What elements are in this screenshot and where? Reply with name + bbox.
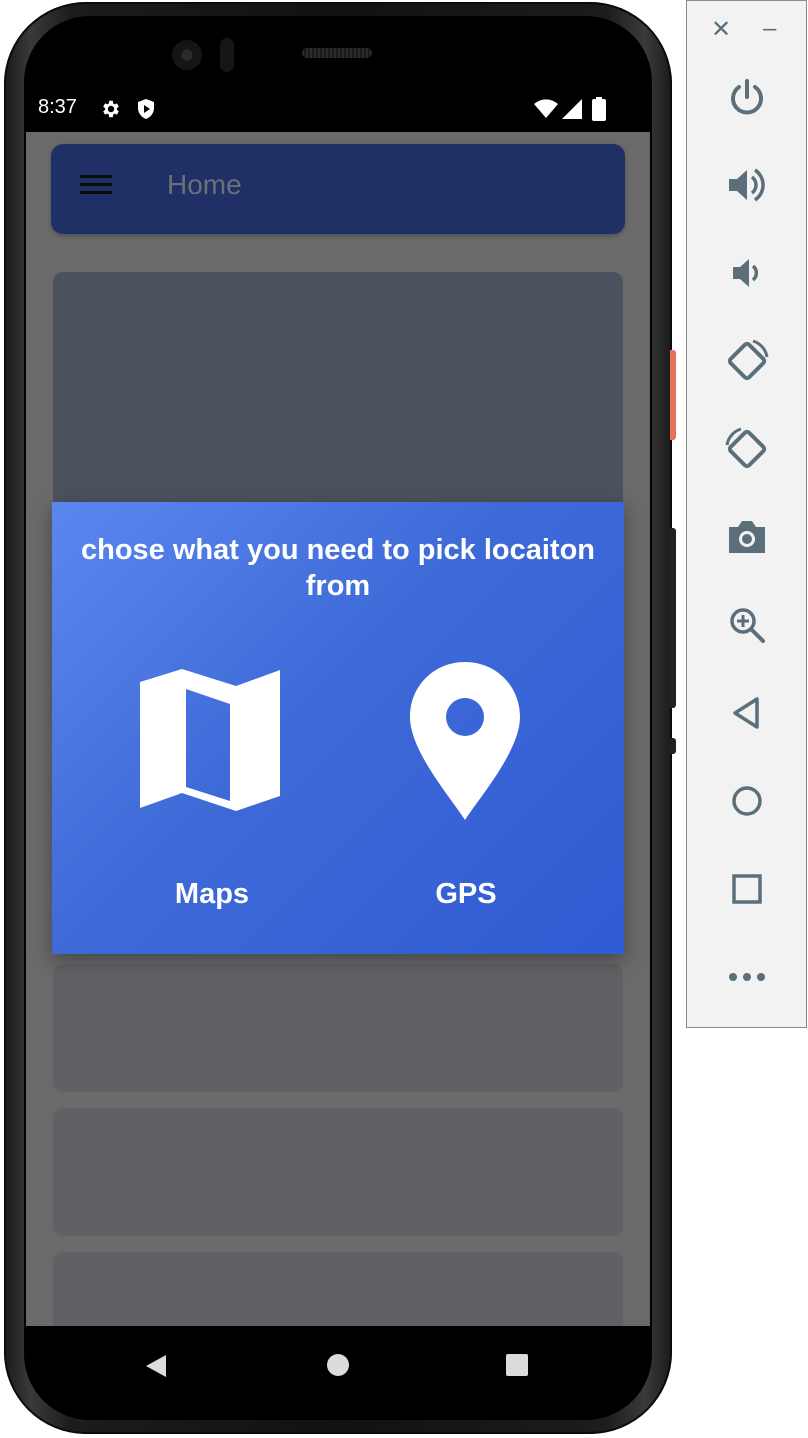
zoom-button[interactable]	[717, 595, 777, 655]
recents-icon[interactable]	[506, 1354, 528, 1376]
power-side-button[interactable]	[670, 350, 676, 440]
close-icon[interactable]: ✕	[711, 15, 731, 44]
emulator-back-button[interactable]	[717, 683, 777, 743]
more-options-button[interactable]	[717, 947, 777, 1007]
rotate-left-button[interactable]	[717, 331, 777, 391]
hamburger-menu-icon[interactable]	[80, 175, 112, 199]
shield-play-icon	[138, 99, 154, 119]
back-icon	[733, 697, 759, 729]
rotate-right-button[interactable]	[717, 419, 777, 479]
volume-up-icon	[729, 168, 765, 202]
volume-down-button[interactable]	[717, 243, 777, 303]
status-bar: 8:37	[26, 86, 650, 132]
location-pin-icon	[410, 662, 520, 820]
volume-side-button[interactable]	[670, 528, 676, 708]
gps-option-button[interactable]: GPS	[336, 652, 596, 922]
more-icon	[729, 973, 765, 981]
home-icon[interactable]	[326, 1353, 350, 1377]
volume-down-icon	[733, 259, 759, 287]
maps-label: Maps	[174, 878, 250, 910]
gear-icon	[103, 100, 119, 118]
overview-icon	[732, 874, 762, 904]
power-icon	[731, 79, 763, 115]
proximity-sensor	[220, 38, 234, 72]
camera-icon	[729, 521, 765, 553]
dialog-title: chose what you need to pick locaiton fro…	[80, 534, 596, 602]
wifi-icon	[534, 99, 558, 118]
rotate-right-icon	[725, 427, 767, 469]
list-card[interactable]	[53, 964, 623, 1092]
volume-up-button[interactable]	[717, 155, 777, 215]
battery-icon	[592, 97, 606, 121]
status-time: 8:37	[38, 96, 77, 118]
screenshot-button[interactable]	[717, 507, 777, 567]
signal-icon	[562, 99, 582, 119]
phone-screen: 8:37 Home chose what you need to pick lo…	[26, 86, 650, 1326]
emulator-home-button[interactable]	[717, 771, 777, 831]
gps-label: GPS	[435, 878, 497, 910]
earpiece-speaker	[302, 48, 372, 58]
location-picker-dialog: chose what you need to pick locaiton fro…	[52, 502, 624, 954]
back-icon[interactable]	[144, 1354, 168, 1378]
front-camera	[172, 40, 202, 70]
home-icon	[732, 786, 762, 816]
page-title: Home	[167, 169, 242, 200]
emulator-control-panel: ✕ –	[686, 0, 807, 1028]
rotate-left-icon	[727, 339, 769, 381]
app-bar: Home	[51, 144, 625, 234]
map-icon	[140, 669, 280, 811]
minimize-icon[interactable]: –	[763, 15, 776, 43]
side-button-small[interactable]	[670, 738, 676, 754]
zoom-icon	[730, 608, 765, 643]
navigation-bar	[26, 1326, 650, 1406]
power-button[interactable]	[717, 67, 777, 127]
list-card[interactable]	[53, 1252, 623, 1326]
list-card[interactable]	[53, 1108, 623, 1236]
maps-option-button[interactable]: Maps	[82, 652, 342, 922]
emulator-overview-button[interactable]	[717, 859, 777, 919]
